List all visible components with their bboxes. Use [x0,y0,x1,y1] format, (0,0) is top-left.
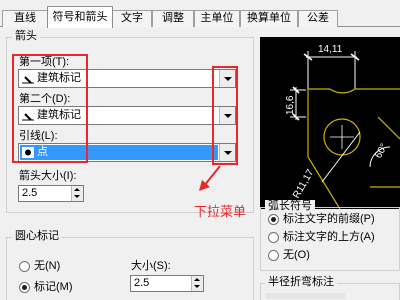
arc-length-group-title: 弧长符号 [265,200,315,213]
tab-alternate-units[interactable]: 换算单位 [240,10,298,27]
dim-top-text: 14,11 [318,44,343,55]
arc-prefix-label[interactable]: 标注文字的前缀(P) [283,213,375,226]
arc-above-label[interactable]: 标注文字的上方(A) [283,231,375,244]
dim-left-text: 16,6 [285,95,296,115]
dropdown-annotation-text: 下拉菜单 [194,205,247,220]
center-mark-mark-label[interactable]: 标记(M) [34,281,73,294]
arc-prefix-radio[interactable] [268,214,279,225]
dim-angle-text: 60° [373,142,390,161]
radius-jog-group-title: 半径折弯标注 [265,276,337,289]
center-mark-size-stepper[interactable]: 2.5 [130,275,204,292]
arc-none-radio[interactable] [268,250,279,261]
tab-fit[interactable]: 调整 [152,10,194,27]
center-mark-mark-radio[interactable] [19,282,30,293]
arc-none-label[interactable]: 无(O) [283,249,310,262]
tab-symbols-arrows[interactable]: 符号和箭头 [47,6,113,28]
tab-panel: 箭头 第一项(T): 建筑标记 第二个(D): 建筑标记 引线(L): 点 箭头… [0,27,400,300]
highlight-box-dropdowns [212,66,238,165]
center-marks-group-title: 圆心标记 [12,230,62,243]
annotation-arrow-icon [199,165,221,191]
dim-radius-text: R11,17 [291,167,316,200]
center-mark-size-label: 大小(S): [131,260,171,272]
radius-jog-content [265,293,345,299]
arc-above-radio[interactable] [268,232,279,243]
highlight-box-labels [12,54,88,163]
center-mark-none-label[interactable]: 无(N) [34,260,60,273]
center-mark-size-value: 2.5 [134,277,150,289]
stepper-buttons[interactable] [191,276,203,291]
arrow-size-stepper[interactable]: 2.5 [18,185,84,202]
center-mark-none-radio[interactable] [19,261,30,272]
tab-primary-units[interactable]: 主单位 [194,10,240,27]
tab-text[interactable]: 文字 [112,10,152,27]
dimension-preview: 14,11 16,6 R11,17 60° [260,37,400,209]
tab-tolerances[interactable]: 公差 [298,10,338,27]
preview-drawing: 14,11 16,6 R11,17 60° [285,44,400,209]
arrowheads-group-title: 箭头 [12,30,40,43]
tab-strip: 直线 符号和箭头 文字 调整 主单位 换算单位 公差 [0,0,400,28]
stepper-buttons[interactable] [71,186,83,201]
arrow-size-value: 2.5 [22,187,38,199]
arrow-size-label: 箭头大小(I): [19,170,77,182]
tab-lines[interactable]: 直线 [2,10,48,27]
